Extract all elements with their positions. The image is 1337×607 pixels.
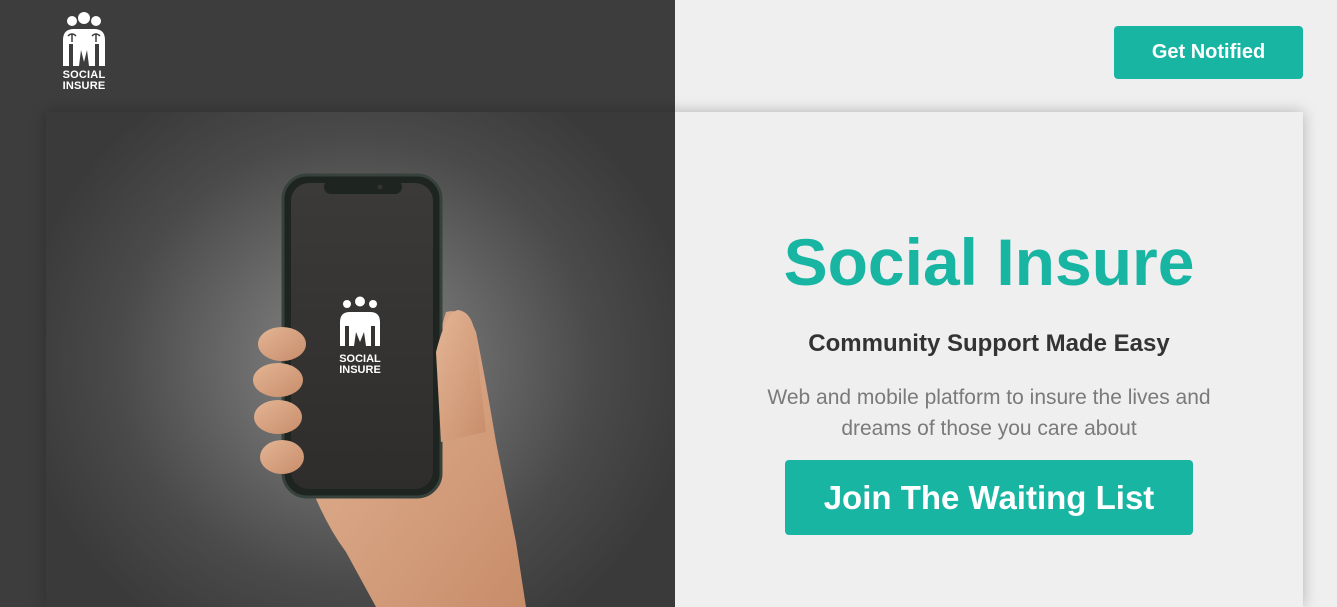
hero-subtitle: Community Support Made Easy <box>808 330 1170 357</box>
hero-card: SOCIAL INSURE Social Insure Community Su… <box>46 112 1303 607</box>
hero-description: Web and mobile platform to insure the li… <box>767 386 1211 440</box>
people-logo-icon <box>63 12 105 66</box>
brand-logo[interactable]: SOCIAL INSURE <box>58 12 110 96</box>
join-waiting-list-button[interactable]: Join The Waiting List <box>785 460 1193 535</box>
hero-phone-image: SOCIAL INSURE <box>46 112 675 607</box>
hero-content: Social Insure Community Support Made Eas… <box>675 112 1303 607</box>
get-notified-button[interactable]: Get Notified <box>1114 26 1303 79</box>
phone-logo-text-line2: INSURE <box>339 364 381 376</box>
hero-title: Social Insure <box>783 225 1195 299</box>
hand-holding-phone-illustration: SOCIAL INSURE <box>253 173 526 607</box>
logo-text-line2: INSURE <box>62 80 106 92</box>
